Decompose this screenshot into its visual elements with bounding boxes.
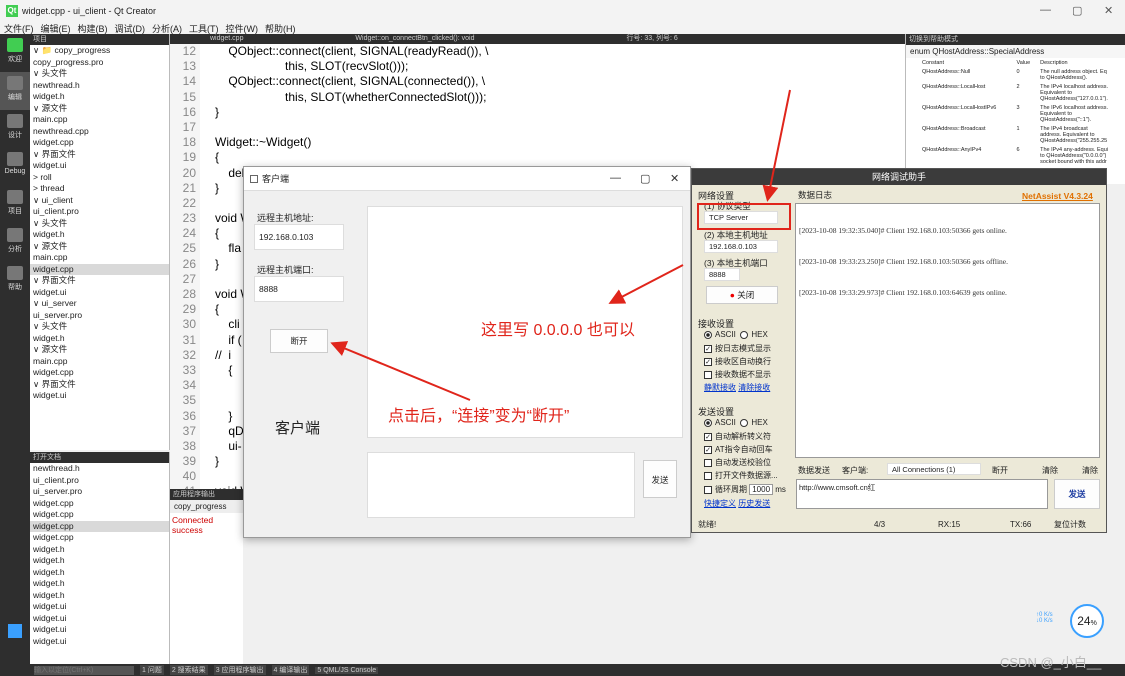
watermark: CSDN @_小白__ [1000, 655, 1102, 670]
cpu-meter: 24% [1070, 604, 1104, 638]
annotation-text: 这里写 0.0.0.0 也可以 [481, 322, 635, 339]
annotation-text: 点击后，“连接”变为“断开” [388, 408, 570, 425]
net-speed: ↑0 K/s ↓0 K/s [1036, 612, 1053, 624]
